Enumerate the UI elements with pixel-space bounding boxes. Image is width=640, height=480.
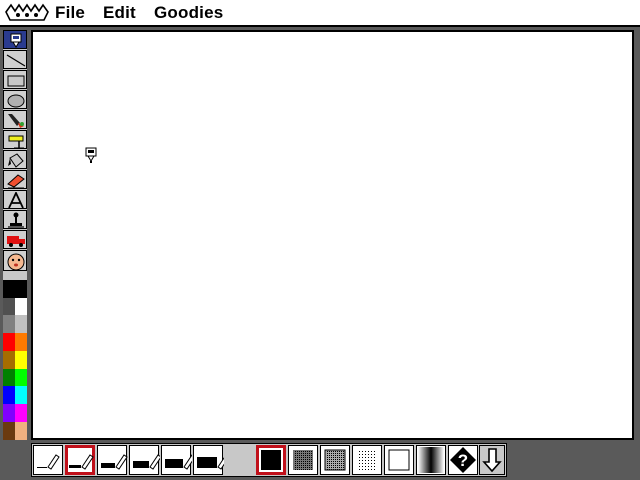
pattern-dense-dots-button[interactable]	[288, 445, 318, 475]
pencil-icon	[101, 454, 128, 470]
question-diamond-icon: ?	[450, 447, 476, 473]
spray-paint-icon	[8, 135, 24, 149]
tool-stamp[interactable]	[3, 210, 27, 229]
color-swatch[interactable]	[3, 403, 15, 422]
rubber-stamp-icon	[8, 212, 24, 228]
truck-icon	[7, 236, 25, 247]
brush-size-button[interactable]	[33, 445, 63, 475]
help-button[interactable]: ?	[448, 445, 478, 475]
pencil-icon	[37, 454, 60, 470]
face-stamp-icon	[7, 253, 25, 271]
color-palette	[3, 280, 27, 440]
rectangle-icon	[7, 75, 25, 87]
bottom-toolbar: ?	[31, 443, 507, 477]
tool-line[interactable]	[3, 50, 27, 69]
pattern-swatch-icon	[388, 449, 410, 471]
color-swatch[interactable]	[15, 403, 27, 422]
menu-edit[interactable]: Edit	[103, 3, 136, 23]
color-swatch[interactable]	[3, 421, 15, 440]
tool-face-stamp[interactable]	[3, 250, 27, 271]
pencil-icon	[133, 454, 160, 470]
color-swatch[interactable]	[3, 368, 15, 387]
svg-text:?: ?	[458, 451, 468, 470]
brush-cursor-icon	[85, 147, 97, 163]
color-swatch[interactable]	[15, 421, 27, 440]
pattern-swatch-icon	[357, 450, 377, 470]
divider-spacer	[224, 445, 254, 475]
color-swatch[interactable]	[15, 368, 27, 387]
oval-icon	[7, 94, 25, 108]
paint-bucket-icon	[8, 153, 24, 168]
pattern-swatch-icon	[261, 450, 281, 470]
brush-size-button[interactable]	[97, 445, 128, 475]
drawing-canvas[interactable]	[31, 30, 634, 440]
tool-spray[interactable]	[3, 130, 27, 149]
pattern-light-dots-button[interactable]	[352, 445, 382, 475]
eraser-icon	[7, 174, 25, 189]
tool-paintbrush[interactable]	[3, 110, 27, 129]
color-swatch[interactable]	[15, 297, 27, 316]
undo-arrow-icon	[482, 448, 502, 473]
pattern-solid-black-button[interactable]	[256, 445, 286, 475]
color-swatch[interactable]	[15, 333, 27, 352]
color-swatch[interactable]	[3, 297, 15, 316]
menu-goodies[interactable]: Goodies	[154, 3, 223, 23]
color-swatch[interactable]	[3, 350, 15, 369]
brush-size-button[interactable]	[193, 445, 224, 475]
tool-text[interactable]	[3, 190, 27, 209]
pattern-swatch-icon	[324, 449, 346, 471]
pattern-swatch-icon	[293, 450, 313, 470]
tool-rectangle[interactable]	[3, 70, 27, 89]
tool-eraser[interactable]	[3, 170, 27, 189]
tool-bucket[interactable]	[3, 150, 27, 169]
pattern-swatch-icon	[418, 447, 444, 473]
brush-icon	[10, 33, 22, 48]
brush-size-button[interactable]	[129, 445, 160, 475]
menu-bar: File Edit Goodies	[0, 0, 640, 27]
pencil-icon	[165, 454, 192, 470]
color-swatch[interactable]	[3, 280, 15, 298]
pencil-icon	[197, 457, 224, 470]
pattern-gradient-dither-button[interactable]	[416, 445, 446, 475]
tool-truck[interactable]	[3, 230, 27, 249]
pencil-icon	[69, 454, 94, 470]
menu-file[interactable]: File	[55, 3, 85, 23]
line-icon	[6, 54, 26, 67]
crown-logo-icon[interactable]	[4, 2, 50, 24]
color-swatch[interactable]	[15, 386, 27, 405]
paintbrush-icon	[8, 114, 24, 128]
brush-size-button[interactable]	[161, 445, 192, 475]
color-swatch[interactable]	[3, 333, 15, 352]
brush-size-button[interactable]	[65, 445, 95, 475]
pattern-white-button[interactable]	[384, 445, 414, 475]
color-swatch[interactable]	[3, 386, 15, 405]
pattern-medium-dots-button[interactable]	[320, 445, 350, 475]
color-swatch[interactable]	[15, 350, 27, 369]
color-swatch[interactable]	[15, 315, 27, 334]
color-swatch[interactable]	[3, 315, 15, 334]
tool-oval[interactable]	[3, 90, 27, 109]
tool-brush[interactable]	[3, 30, 27, 49]
text-tool-icon	[8, 192, 24, 209]
undo-button[interactable]	[479, 445, 505, 475]
toolbox	[3, 30, 27, 440]
color-swatch[interactable]	[15, 280, 27, 298]
